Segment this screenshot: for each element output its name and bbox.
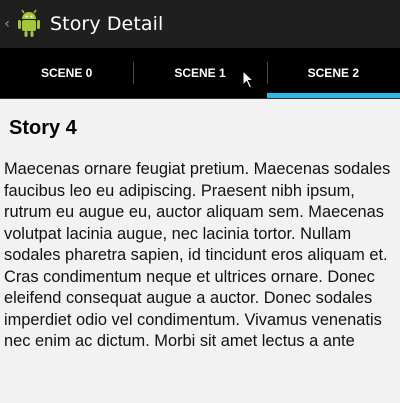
scene-tabs: SCENE 0 SCENE 1 SCENE 2 xyxy=(0,48,400,99)
tab-scene-0[interactable]: SCENE 0 xyxy=(0,48,133,98)
tab-label: SCENE 2 xyxy=(307,66,359,80)
tab-label: SCENE 0 xyxy=(40,66,93,80)
tab-label: SCENE 1 xyxy=(174,66,226,80)
story-content: Story 4 Maecenas ornare feugiat pretium.… xyxy=(0,117,400,353)
mouse-pointer-icon xyxy=(242,70,255,89)
action-bar: ‹ Story Detail xyxy=(0,0,400,48)
story-body: Maecenas ornare feugiat pretium. Maecena… xyxy=(4,160,391,350)
story-title: Story 4 xyxy=(9,117,77,139)
chevron-left-icon[interactable]: ‹ xyxy=(2,16,12,32)
action-bar-title: Story Detail xyxy=(50,13,164,35)
tab-scene-2[interactable]: SCENE 2 xyxy=(266,48,400,98)
android-icon[interactable] xyxy=(14,7,44,41)
